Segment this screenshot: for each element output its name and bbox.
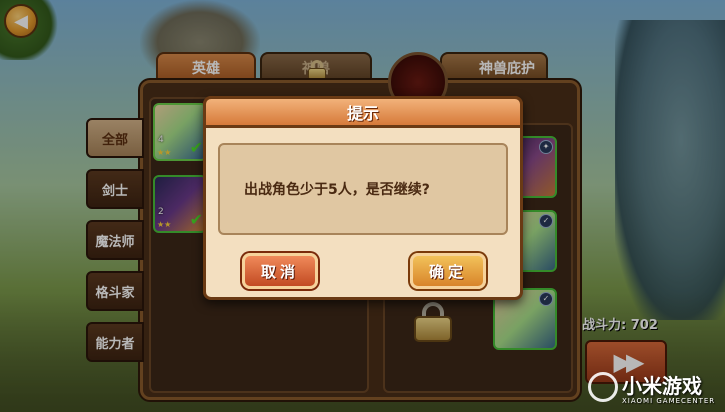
dialog-message: 出战角色少于5人，是否继续?: [244, 182, 430, 198]
dialog-message-box: 出战角色少于5人，是否继续?: [218, 143, 508, 235]
xiaomi-logo-icon: [588, 372, 618, 402]
confirm-button[interactable]: 确定: [410, 253, 486, 289]
watermark-title: 小米游戏: [622, 374, 702, 398]
watermark: 小米游戏 XIAOMI GAMECENTER: [588, 370, 724, 410]
confirm-dialog: 提示 出战角色少于5人，是否继续? 取消 确定: [203, 96, 523, 300]
dialog-title: 提示: [203, 96, 523, 128]
cancel-button[interactable]: 取消: [242, 253, 318, 289]
watermark-subtitle: XIAOMI GAMECENTER: [622, 397, 716, 405]
